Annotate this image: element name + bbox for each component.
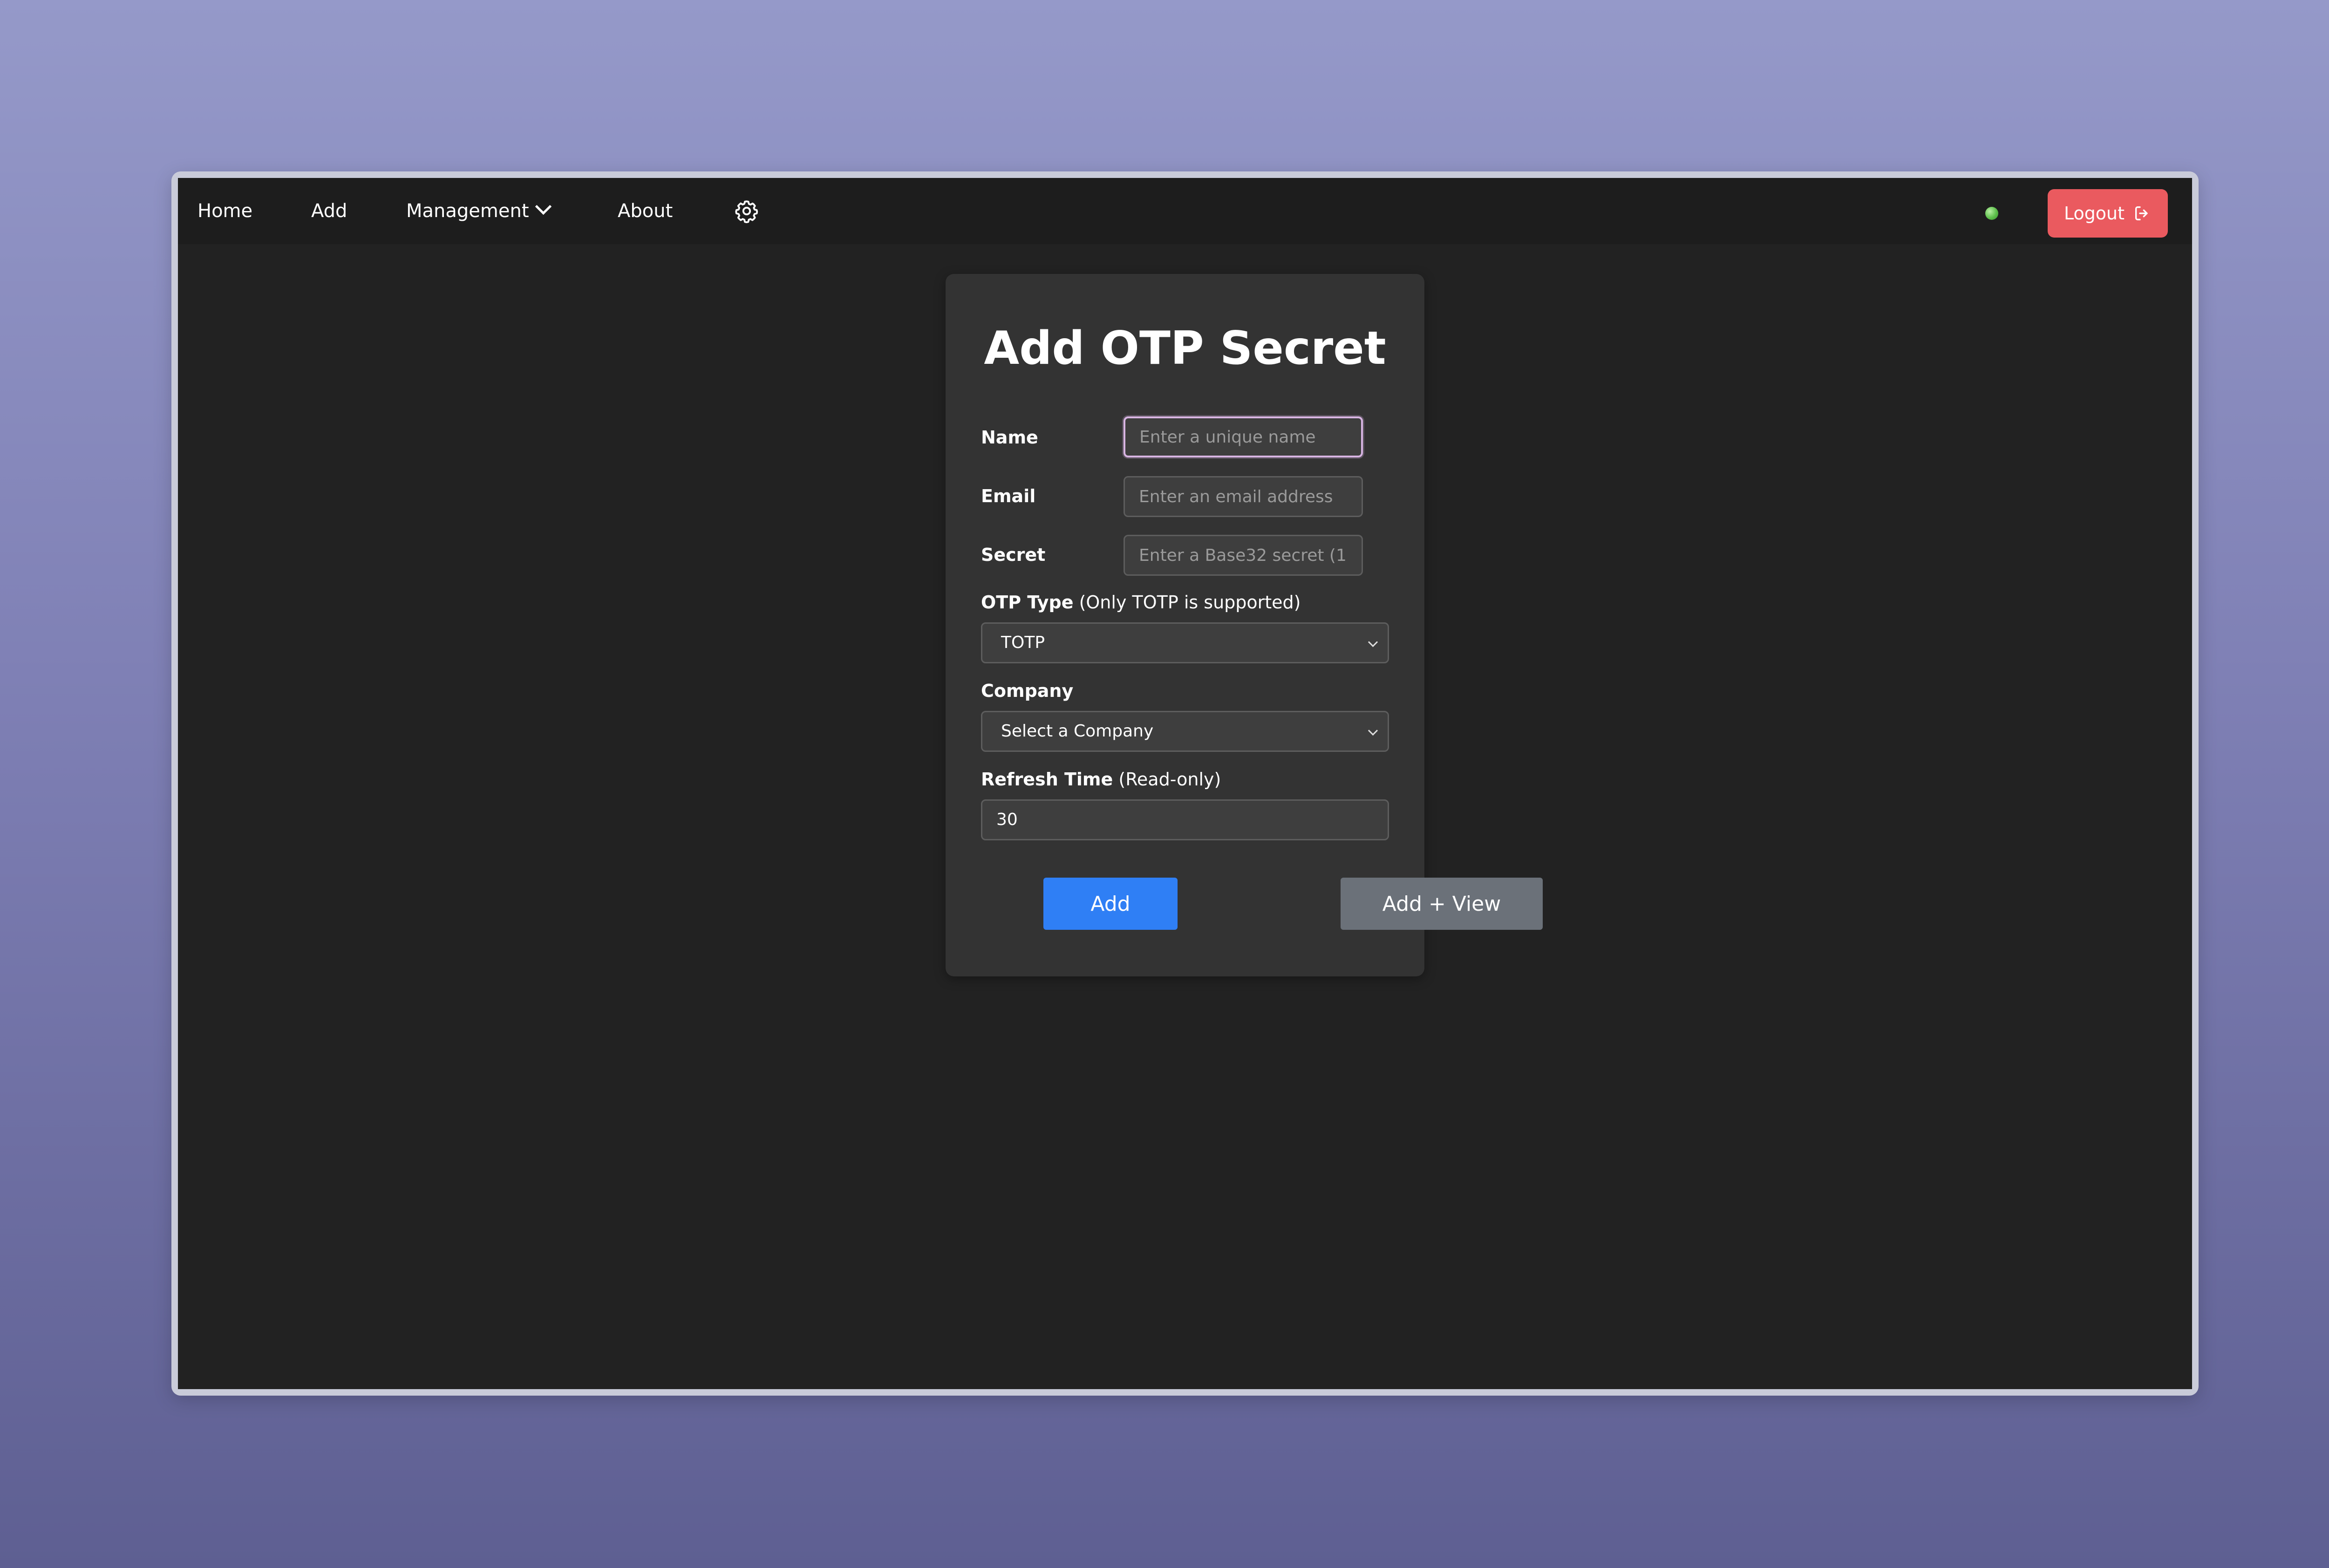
add-otp-form-card: Add OTP Secret Name Email Secret OTP Typ… bbox=[946, 274, 1543, 976]
name-label: Name bbox=[981, 427, 1038, 448]
email-label: Email bbox=[981, 486, 1036, 506]
chevron-down-icon bbox=[1368, 637, 1378, 648]
secret-input[interactable] bbox=[1124, 535, 1363, 576]
name-input[interactable] bbox=[1124, 416, 1363, 457]
refresh-time-label: Refresh Time (Read-only) bbox=[981, 768, 1221, 791]
logout-icon bbox=[2135, 206, 2148, 220]
otp-type-label-text: OTP Type bbox=[981, 592, 1074, 613]
otp-type-note: (Only TOTP is supported) bbox=[1079, 592, 1301, 613]
app-window: Home Add Management About Logout Add OTP… bbox=[171, 171, 2199, 1396]
app-content: Home Add Management About Logout Add OTP… bbox=[178, 178, 2192, 1389]
status-indicator bbox=[1985, 207, 1998, 220]
nav-management-dropdown[interactable]: Management bbox=[406, 194, 552, 228]
add-button[interactable]: Add bbox=[1043, 878, 1178, 930]
nav-home-link[interactable]: Home bbox=[197, 194, 252, 228]
refresh-time-field: 30 bbox=[981, 799, 1389, 840]
gear-icon[interactable] bbox=[734, 198, 759, 224]
otp-type-select[interactable]: TOTP bbox=[981, 622, 1389, 663]
navbar: Home Add Management About Logout bbox=[178, 178, 2192, 244]
otp-type-label: OTP Type (Only TOTP is supported) bbox=[981, 591, 1301, 614]
secret-label: Secret bbox=[981, 545, 1046, 565]
logout-label: Logout bbox=[2063, 203, 2125, 224]
company-label: Company bbox=[981, 679, 1073, 702]
company-label-text: Company bbox=[981, 681, 1074, 701]
nav-about-link[interactable]: About bbox=[618, 194, 673, 228]
nav-management-label: Management bbox=[406, 200, 529, 222]
add-view-button[interactable]: Add + View bbox=[1341, 878, 1543, 930]
company-select[interactable]: Select a Company bbox=[981, 711, 1389, 752]
refresh-time-note: (Read-only) bbox=[1118, 769, 1221, 790]
nav-add-link[interactable]: Add bbox=[311, 194, 347, 228]
company-value: Select a Company bbox=[1001, 722, 1154, 741]
page-title: Add OTP Secret bbox=[984, 322, 1386, 375]
logout-button[interactable]: Logout bbox=[2048, 189, 2168, 238]
chevron-down-icon bbox=[1368, 725, 1378, 736]
chevron-down-icon bbox=[535, 198, 552, 215]
otp-type-value: TOTP bbox=[1001, 633, 1045, 652]
email-input[interactable] bbox=[1124, 476, 1363, 517]
refresh-time-label-text: Refresh Time bbox=[981, 769, 1113, 790]
